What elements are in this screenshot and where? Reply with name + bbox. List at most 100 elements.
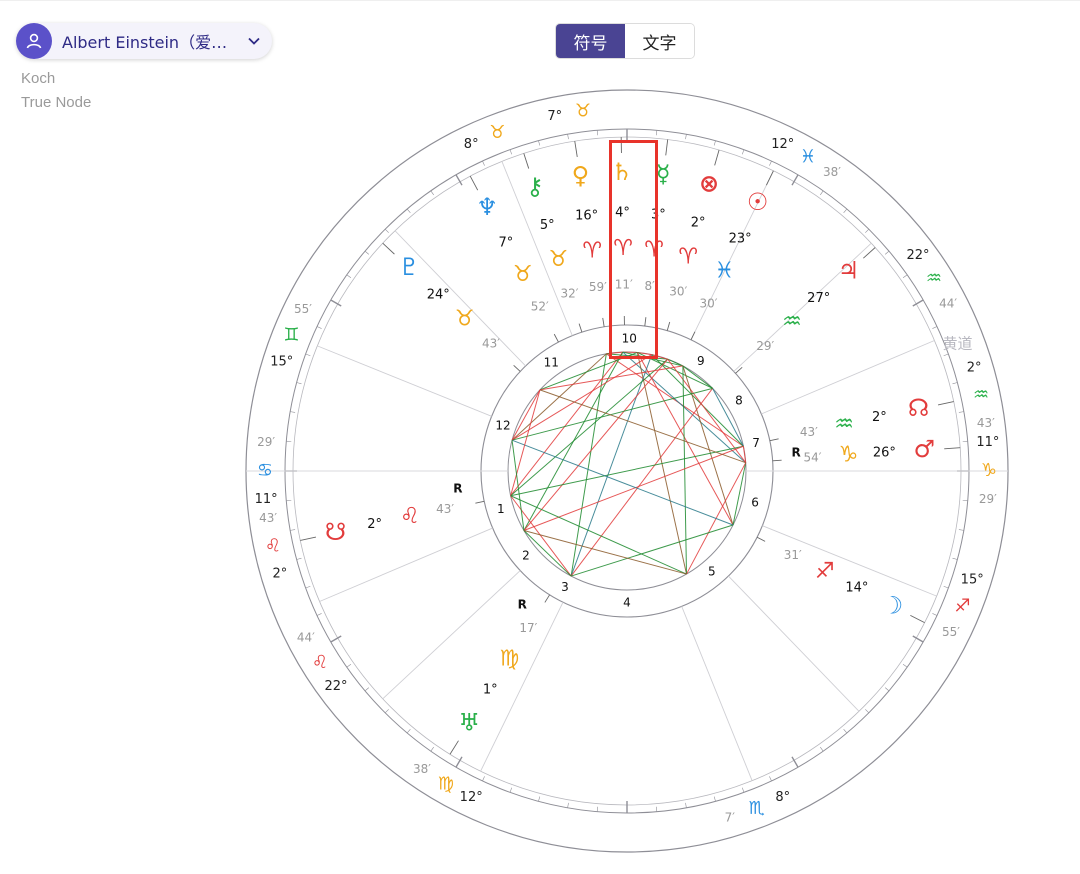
- degree-tick: [952, 557, 958, 560]
- planet-sign-glyph: ♑: [839, 443, 859, 468]
- aspect-line: [570, 388, 714, 577]
- degree-tick: [685, 802, 687, 808]
- degree-tick: [932, 613, 938, 616]
- wheel-sign-glyph: ♉: [575, 101, 591, 122]
- degree-tick: [820, 746, 824, 752]
- house-number-8: 8: [735, 394, 743, 408]
- wheel-sign-glyph: ♑: [981, 460, 997, 481]
- wheel-minute-label: 43′: [259, 511, 277, 525]
- wheel-minute-label: 38′: [823, 165, 841, 179]
- wheel-degree-label: 8°: [775, 790, 790, 805]
- house-cusp-line: [681, 606, 753, 781]
- wheel-minute-label: 43′: [977, 416, 995, 430]
- house-number-6: 6: [751, 495, 759, 509]
- degree-tick: [843, 208, 848, 214]
- planet-minute-label: 43′: [482, 337, 500, 351]
- planet-minute-label: 59′: [589, 280, 607, 294]
- planet-degree-label: 24°: [427, 288, 450, 303]
- degree-tick: [952, 382, 958, 385]
- planet-inner-pointer: [666, 321, 671, 331]
- house-cusp-line: [394, 230, 526, 367]
- planet-sign-glyph: ♒: [782, 310, 802, 335]
- degree-tick: [567, 802, 569, 808]
- planet-uranus-glyph: ♅: [458, 709, 480, 737]
- degree-tick: [296, 382, 302, 385]
- house-cusp-line: [382, 570, 521, 700]
- planet-inner-pointer: [735, 366, 743, 374]
- planet-pointer: [300, 536, 317, 541]
- wheel-minute-label: 29′: [979, 492, 997, 506]
- planet-sign-glyph: ♒: [834, 412, 854, 437]
- degree-tick: [741, 787, 745, 793]
- degree-tick: [932, 326, 938, 329]
- wheel-sign-glyph: ♌: [312, 652, 328, 673]
- planet-pointer: [574, 141, 578, 157]
- degree-tick: [406, 208, 411, 214]
- house-number-12: 12: [495, 418, 510, 432]
- wheel-minute-label: 55′: [942, 625, 960, 639]
- planet-neptune-glyph: ♆: [476, 193, 498, 221]
- planet-degree-label: 2°: [872, 410, 887, 425]
- wheel-sign-glyph: ♊: [283, 324, 299, 345]
- planet-minute-label: 43′: [436, 502, 454, 516]
- planet-inner-pointer: [513, 364, 521, 372]
- degree-tick: [482, 776, 485, 782]
- planet-pointer: [765, 170, 774, 186]
- wheel-sign-glyph: ♒: [926, 268, 942, 289]
- house-cusp-line: [317, 345, 492, 417]
- wheel-sign-glyph: ♒: [973, 385, 989, 406]
- aspect-line: [539, 389, 746, 464]
- planet-inner-pointer: [475, 500, 485, 504]
- planet-degree-label: 23°: [729, 232, 752, 247]
- wheel-minute-label: 55′: [294, 302, 312, 316]
- planet-minute-label: 31′: [784, 548, 802, 562]
- saturn-highlight-box: [609, 140, 658, 359]
- aspect-line: [570, 354, 653, 577]
- degree-tick: [305, 353, 311, 357]
- wheel-minute-label: 7′: [725, 811, 736, 825]
- wheel-sign-glyph: ♍: [438, 774, 454, 795]
- planet-pluto-glyph: ♇: [398, 253, 420, 281]
- degree-tick: [346, 664, 352, 668]
- degree-tick: [741, 149, 745, 155]
- wheel-degree-label: 12°: [460, 790, 483, 805]
- planet-inner-pointer: [544, 594, 551, 603]
- planet-minute-label: 54′: [804, 451, 822, 465]
- planet-sign-glyph: ♍: [500, 646, 520, 671]
- degree-tick: [364, 250, 370, 255]
- retrograde-marker: R: [518, 598, 527, 612]
- aspect-line: [511, 389, 541, 441]
- aspect-line: [682, 365, 687, 575]
- planet-minute-label: 52′: [531, 299, 549, 313]
- planet-degree-label: 5°: [540, 218, 555, 233]
- wheel-minute-label: 38′: [413, 762, 431, 776]
- planet-sun-glyph: ☉: [747, 188, 769, 216]
- degree-tick: [884, 250, 890, 255]
- planet-pointer: [469, 175, 479, 191]
- wheel-degree-label: 11°: [255, 492, 278, 507]
- natal-chart-wheel: 黄道7° ♉12°♓38′22°♒44′2°♒43′11°♑29′15°♐55′8…: [245, 89, 1009, 853]
- planet-minute-label: 29′: [756, 339, 774, 353]
- planet-inner-pointer: [602, 317, 605, 327]
- degree-tick: [902, 274, 908, 278]
- planet-pointer: [910, 614, 925, 624]
- aspect-line: [511, 439, 734, 526]
- wheel-sign-glyph: ♉: [489, 122, 505, 143]
- degree-tick: [769, 776, 772, 782]
- planet-degree-label: 26°: [873, 446, 896, 461]
- wheel-sign-glyph: ♌: [265, 535, 281, 556]
- degree-tick: [296, 557, 302, 560]
- planet-sign-glyph: ♈: [582, 239, 602, 264]
- wheel-degree-label: 2°: [273, 566, 288, 581]
- planet-mars-glyph: ♂: [914, 435, 936, 463]
- wheel-sign-glyph: ♐: [955, 596, 971, 617]
- aspect-line: [510, 351, 624, 497]
- wheel-degree-label: 22°: [906, 248, 929, 263]
- planet-part-of-fortune-glyph: ⊗: [699, 170, 719, 198]
- planet-pointer: [523, 153, 530, 169]
- planet-south-node-glyph: ☋: [325, 518, 346, 546]
- degree-tick: [384, 228, 389, 233]
- planet-pointer: [937, 401, 954, 406]
- degree-tick: [316, 326, 322, 329]
- degree-tick: [958, 411, 964, 413]
